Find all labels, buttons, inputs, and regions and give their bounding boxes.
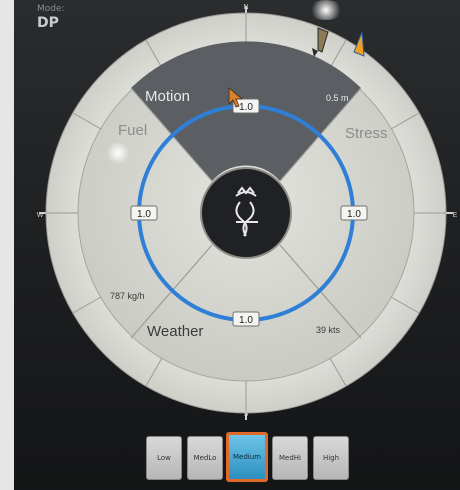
weight-box-right[interactable]: 1.0: [340, 205, 368, 221]
motion-label: Motion: [145, 88, 190, 105]
weather-value: 39 kts: [316, 325, 341, 335]
weight-left-value: 1.0: [137, 209, 151, 220]
motion-value: 0.5 m: [326, 93, 349, 103]
level-button-high[interactable]: High: [313, 436, 349, 480]
compass-west-label: W: [37, 212, 44, 219]
level-selector: Low MedLo Medium MedHi High: [142, 432, 372, 484]
glare-left: [106, 142, 130, 164]
level-button-low[interactable]: Low: [146, 436, 182, 480]
center-hub: [200, 167, 292, 259]
weight-bottom-value: 1.0: [239, 315, 253, 326]
performance-dial: N S W E Motion 0.5 m Fuel Stress 787 kg/…: [37, 4, 458, 420]
level-button-medlo[interactable]: MedLo: [187, 436, 223, 480]
level-button-medhi[interactable]: MedHi: [272, 436, 308, 480]
weight-box-left[interactable]: 1.0: [130, 205, 158, 221]
weight-right-value: 1.0: [347, 209, 361, 220]
compass-east-label: E: [453, 212, 458, 219]
screen: Mode: DP N S W E Motion 0.5 m Fuel Stres…: [0, 0, 460, 490]
level-button-medium[interactable]: Medium: [226, 432, 268, 482]
compass-south-label: S: [244, 411, 249, 418]
compass-north-label: N: [243, 4, 248, 11]
stress-label: Stress: [345, 125, 388, 142]
fuel-label: Fuel: [118, 122, 147, 139]
heading-marker-icon: [353, 31, 365, 57]
weight-top-value: 1.0: [239, 102, 253, 113]
weather-label: Weather: [147, 323, 203, 340]
fuel-value: 787 kg/h: [110, 291, 145, 301]
glare-top: [308, 0, 344, 20]
weight-box-bottom[interactable]: 1.0: [232, 311, 260, 327]
